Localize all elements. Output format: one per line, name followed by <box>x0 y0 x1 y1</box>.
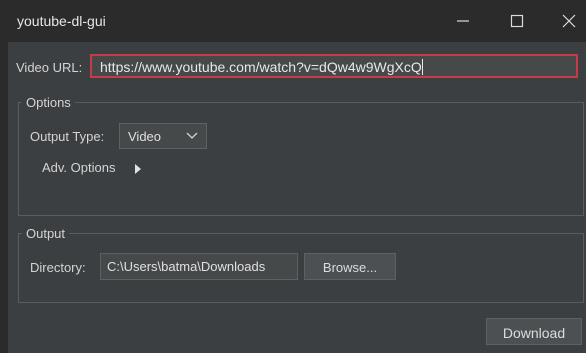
minimize-icon[interactable] <box>448 8 478 34</box>
video-url-label: Video URL: <box>16 60 83 75</box>
window-edge <box>0 42 8 353</box>
directory-input[interactable]: C:\Users\batma\Downloads <box>100 253 298 280</box>
close-icon[interactable] <box>554 8 584 34</box>
window-title: youtube-dl-gui <box>17 13 106 29</box>
chevron-down-icon <box>186 132 198 139</box>
title-bar: youtube-dl-gui <box>0 0 586 42</box>
output-group-title: Output <box>22 226 70 241</box>
text-caret <box>421 59 423 75</box>
video-url-value: https://www.youtube.com/watch?v=dQw4w9Wg… <box>100 59 422 75</box>
browse-button[interactable]: Browse... <box>304 253 396 280</box>
expand-arrow-icon[interactable] <box>134 163 142 175</box>
output-type-select[interactable]: Video <box>119 123 207 149</box>
output-type-value: Video <box>128 129 162 144</box>
video-url-input[interactable]: https://www.youtube.com/watch?v=dQw4w9Wg… <box>90 54 578 78</box>
output-type-label: Output Type: <box>30 129 105 144</box>
maximize-icon[interactable] <box>502 8 532 34</box>
download-button[interactable]: Download <box>486 318 582 345</box>
directory-label: Directory: <box>30 260 86 275</box>
options-group-title: Options <box>22 95 75 110</box>
directory-value: C:\Users\batma\Downloads <box>107 259 266 274</box>
adv-options-toggle[interactable]: Adv. Options <box>42 160 115 175</box>
options-group <box>18 102 584 216</box>
